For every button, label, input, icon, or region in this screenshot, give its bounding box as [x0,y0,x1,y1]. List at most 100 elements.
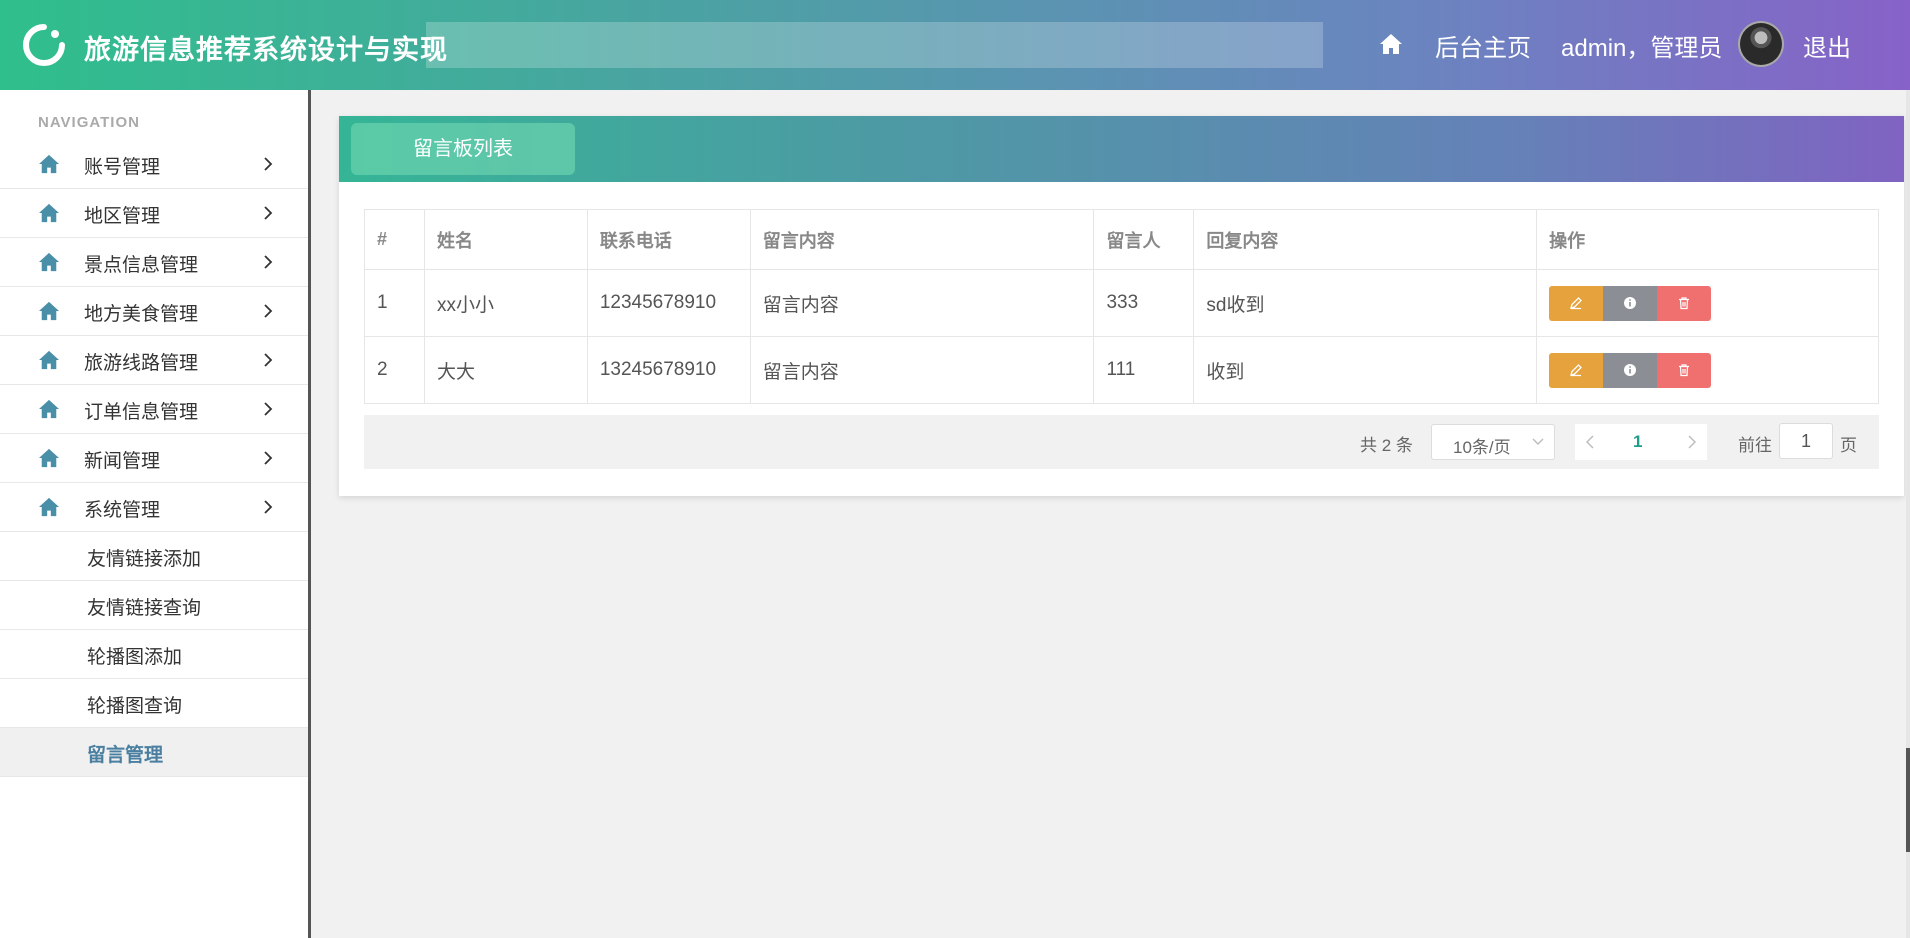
message-board-panel: 留言板列表 # 姓名 联系电话 留言内容 留言人 回复内容 操作 1 xx小小 … [339,116,1904,496]
sidebar-menu: 账号管理 地区管理 景点信息管理 地方美食管理 旅游线路管理 订单信息管理 新闻… [0,140,308,777]
app-title: 旅游信息推荐系统设计与实现 [84,35,448,65]
sidebar-item-label: 订单信息管理 [84,402,199,423]
goto-page-input[interactable] [1779,423,1833,459]
trash-icon [1679,364,1690,377]
edit-icon [1570,364,1583,377]
chevron-right-icon [264,157,273,171]
cell-no: 1 [364,269,425,337]
cell-actions [1536,269,1879,337]
sidebar: NAVIGATION 账号管理 地区管理 景点信息管理 地方美食管理 旅游线路管… [0,90,311,938]
pagination: 共 2 条 10条/页 1 前往 页 [364,415,1879,469]
sidebar-item-label: 系统管理 [84,500,161,521]
edit-icon [1570,297,1583,310]
sidebar-subitem-label: 友情链接添加 [87,549,202,570]
edit-button[interactable] [1549,352,1604,388]
column-header: 姓名 [423,209,588,270]
chevron-right-icon [264,402,273,416]
sidebar-subitem-message[interactable]: 留言管理 [0,728,308,777]
cell-name: xx小小 [423,269,588,337]
delete-button[interactable] [1657,352,1712,388]
sidebar-item-account[interactable]: 账号管理 [0,140,308,189]
home-icon [39,350,59,370]
goto-label: 前往 [1738,436,1772,455]
sidebar-subitem-label: 留言管理 [87,745,164,766]
home-icon [39,154,59,174]
sidebar-item-order[interactable]: 订单信息管理 [0,385,308,434]
cell-phone: 12345678910 [586,269,751,337]
total-count: 共 2 条 [1360,436,1413,455]
edit-button[interactable] [1549,285,1604,321]
chevron-right-icon [264,255,273,269]
detail-button[interactable] [1603,285,1658,321]
delete-button[interactable] [1657,285,1712,321]
sidebar-item-scenic[interactable]: 景点信息管理 [0,238,308,287]
scrollbar-thumb[interactable] [1906,748,1910,852]
avatar[interactable] [1738,21,1784,67]
home-icon [39,203,59,223]
sidebar-subitem-link-query[interactable]: 友情链接查询 [0,581,308,630]
sidebar-item-route[interactable]: 旅游线路管理 [0,336,308,385]
cell-no: 2 [364,336,425,404]
cell-reply: 收到 [1193,336,1538,404]
sidebar-item-system[interactable]: 系统管理 [0,483,308,532]
column-header: 留言内容 [749,209,1095,270]
sidebar-item-label: 景点信息管理 [84,255,199,276]
column-header: 回复内容 [1193,209,1538,270]
column-header: 操作 [1536,209,1879,270]
chevron-right-icon [264,206,273,220]
page-size-value: 10条/页 [1453,438,1511,457]
message-table: # 姓名 联系电话 留言内容 留言人 回复内容 操作 1 xx小小 123456… [364,209,1879,404]
sidebar-subitem-label: 轮播图添加 [87,647,183,668]
home-icon [39,252,59,272]
current-page[interactable]: 1 [1633,432,1642,452]
chevron-left-icon[interactable] [1585,435,1595,449]
info-icon [1624,364,1637,376]
sidebar-item-label: 地区管理 [84,206,161,227]
cell-content: 留言内容 [749,336,1095,404]
home-icon [39,301,59,321]
home-icon[interactable] [1379,33,1403,55]
home-icon [39,399,59,419]
panel-header: 留言板列表 [339,116,1904,182]
table-header-row: # 姓名 联系电话 留言内容 留言人 回复内容 操作 [364,209,1879,270]
logo-icon [23,24,65,66]
sidebar-item-label: 新闻管理 [84,451,161,472]
table-row: 1 xx小小 12345678910 留言内容 333 sd收到 [364,269,1879,337]
page-size-select[interactable]: 10条/页 [1431,424,1555,460]
sidebar-item-news[interactable]: 新闻管理 [0,434,308,483]
page-navigator: 1 [1575,424,1707,460]
sidebar-item-region[interactable]: 地区管理 [0,189,308,238]
sidebar-item-label: 旅游线路管理 [84,353,199,374]
cell-name: 大大 [423,336,588,404]
message-table-wrapper: # 姓名 联系电话 留言内容 留言人 回复内容 操作 1 xx小小 123456… [364,209,1879,404]
current-user-label: admin，管理员 [1561,35,1723,62]
cell-author: 333 [1093,269,1195,337]
sidebar-subitem-carousel-query[interactable]: 轮播图查询 [0,679,308,728]
logout-link[interactable]: 退出 [1803,28,1851,63]
page-unit-label: 页 [1840,436,1857,455]
admin-home-link[interactable]: 后台主页 [1435,28,1531,63]
sidebar-subitem-label: 友情链接查询 [87,598,202,619]
header-search-bar[interactable] [426,22,1323,68]
sidebar-item-food[interactable]: 地方美食管理 [0,287,308,336]
detail-button[interactable] [1603,352,1658,388]
column-header: 留言人 [1093,209,1195,270]
sidebar-item-label: 账号管理 [84,157,161,178]
chevron-right-icon [264,304,273,318]
nav-heading: NAVIGATION [38,114,140,131]
home-icon [39,448,59,468]
home-icon [39,497,59,517]
cell-content: 留言内容 [749,269,1095,337]
sidebar-subitem-link-add[interactable]: 友情链接添加 [0,532,308,581]
chevron-right-icon[interactable] [1687,435,1697,449]
column-header: # [364,209,425,270]
chevron-right-icon [264,353,273,367]
sidebar-item-label: 地方美食管理 [84,304,199,325]
cell-phone: 13245678910 [586,336,751,404]
cell-author: 111 [1093,336,1195,404]
tab-message-list[interactable]: 留言板列表 [351,123,575,175]
chevron-right-icon [264,500,273,514]
sidebar-subitem-carousel-add[interactable]: 轮播图添加 [0,630,308,679]
chevron-right-icon [264,451,273,465]
chevron-down-icon [1532,438,1544,445]
